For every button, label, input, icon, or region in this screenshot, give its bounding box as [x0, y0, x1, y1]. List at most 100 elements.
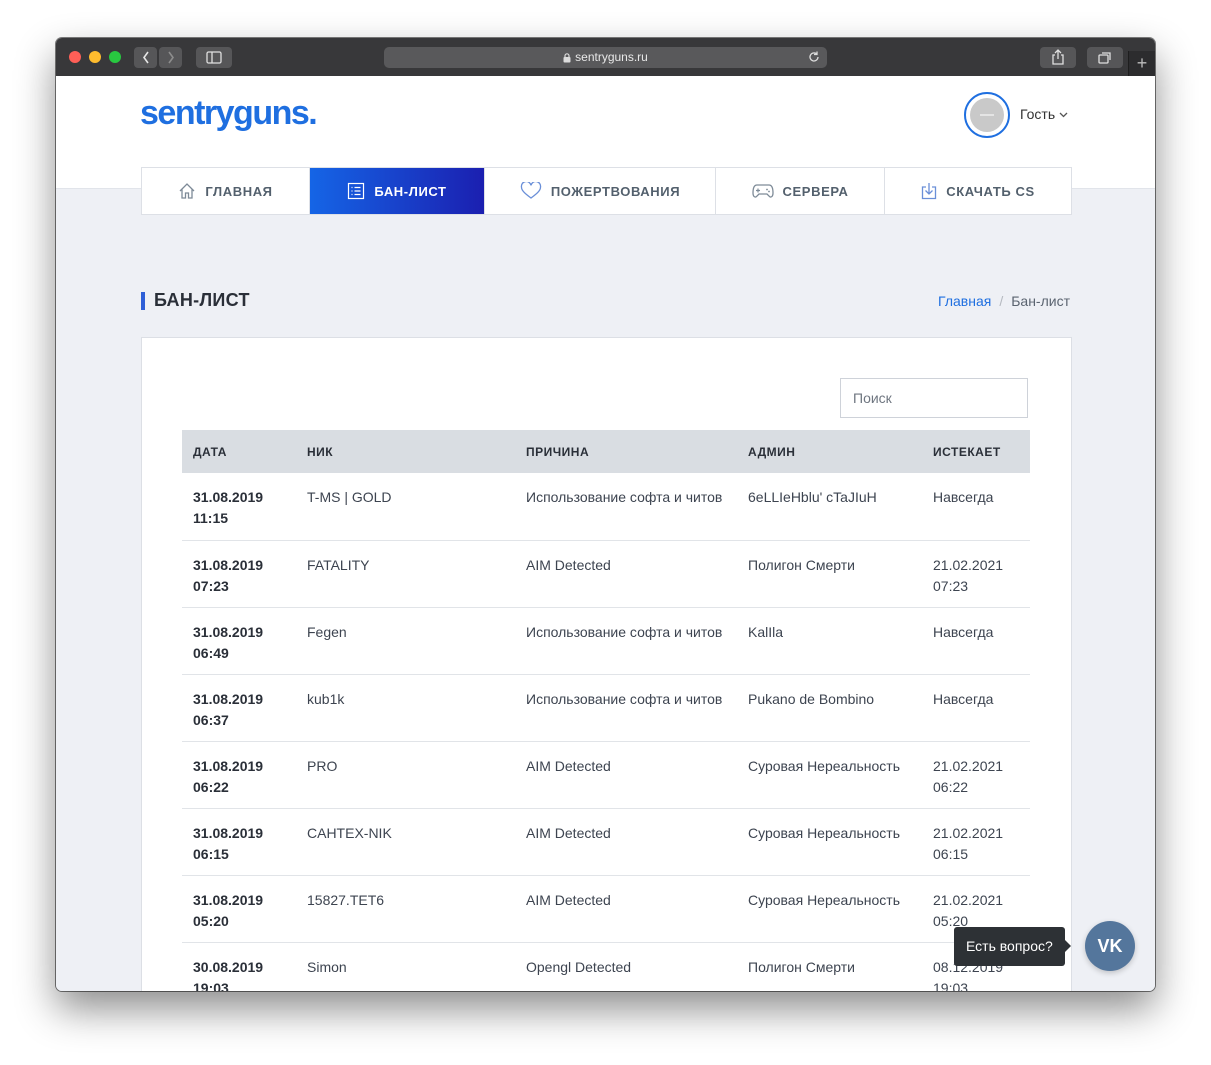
cell-date-time: 19:03	[193, 979, 229, 992]
cell-date-date: 31.08.2019	[193, 757, 264, 774]
breadcrumb-separator: /	[999, 293, 1004, 309]
cell-admin-admin: Суровая Нереальность	[748, 757, 901, 774]
nav-item-home[interactable]: ГЛАВНАЯ	[142, 168, 310, 214]
cell-reason: AIM Detected	[515, 540, 737, 608]
cell-nick-nick: 15827.TET6	[307, 891, 385, 908]
cell-date-date: 31.08.2019	[193, 824, 264, 841]
cell-date-time: 06:49	[193, 644, 229, 661]
cell-reason-reason: AIM Detected	[526, 891, 611, 908]
site-logo[interactable]: sentryguns.	[140, 94, 318, 133]
cell-date-time: 06:22	[193, 778, 229, 795]
back-button[interactable]	[134, 47, 157, 68]
avatar[interactable]	[964, 92, 1010, 138]
table-row[interactable]: 31.08.2019 06:49 Fegen Использование софта …	[182, 607, 1030, 675]
cell-date-date: 31.08.2019	[193, 556, 264, 573]
cell-date: 30.08.2019 19:03	[182, 942, 296, 991]
column-header-date[interactable]: ДАТА	[182, 430, 296, 473]
cell-expires-expires: Навсегда	[933, 690, 994, 707]
chevron-right-icon	[167, 51, 174, 64]
column-header-admin[interactable]: АДМИН	[737, 430, 922, 473]
vk-icon: VK	[1097, 936, 1123, 956]
column-header-reason[interactable]: ПРИЧИНА	[515, 430, 737, 473]
cell-nick: Fegen	[296, 607, 515, 675]
nav-item-download-cs[interactable]: СКАЧАТЬ CS	[885, 168, 1071, 214]
cell-expires-expires-time: 19:03	[933, 979, 969, 992]
address-bar[interactable]: sentryguns.ru	[384, 47, 827, 68]
lock-icon	[563, 53, 571, 63]
list-icon	[348, 182, 365, 200]
cell-date: 31.08.2019 06:22	[182, 741, 296, 809]
cell-nick-nick: CAHTEX-NIK	[307, 824, 392, 841]
share-button[interactable]	[1040, 47, 1076, 68]
cell-admin-admin: Суровая Нереальность	[748, 824, 901, 841]
tabs-overview-button[interactable]	[1087, 47, 1123, 68]
cell-expires-expires-time: 06:15	[933, 845, 969, 862]
cell-reason-reason: AIM Detected	[526, 556, 611, 573]
cell-expires: 21.02.2021 06:15	[922, 808, 1030, 876]
cell-nick-nick: FATALITY	[307, 556, 370, 573]
reload-icon[interactable]	[807, 50, 821, 64]
chevron-down-icon	[1059, 112, 1068, 118]
cell-date-time: 11:15	[193, 510, 229, 526]
cell-date: 31.08.2019 05:20	[182, 875, 296, 943]
cell-expires-expires: 21.02.2021	[933, 824, 1004, 841]
nav-item-label: СКАЧАТЬ CS	[946, 183, 1035, 199]
forward-button[interactable]	[159, 47, 182, 68]
vk-tooltip: Есть вопрос?	[954, 927, 1071, 966]
sidebar-icon	[206, 51, 222, 64]
new-tab-button[interactable]: +	[1128, 51, 1155, 76]
cell-expires-expires: 21.02.2021	[933, 757, 1004, 774]
browser-window: sentryguns.ru + sentryguns. Гость ГЛАВНА…	[56, 38, 1155, 991]
cell-admin: Полигон Смерти	[737, 540, 922, 608]
cell-admin-admin: Полигон Смерти	[748, 958, 855, 975]
cell-expires-expires-time: 06:22	[933, 778, 969, 795]
cell-nick: kub1k	[296, 674, 515, 742]
search-input[interactable]	[840, 378, 1028, 418]
nav-item-servers[interactable]: СЕРВЕРА	[716, 168, 885, 214]
share-icon	[1052, 49, 1064, 65]
home-icon	[179, 183, 195, 199]
sidebar-toggle-button[interactable]	[196, 47, 232, 68]
nav-item-donations[interactable]: ПОЖЕРТВОВАНИЯ	[485, 168, 716, 214]
cell-admin-admin: Суровая Нереальность	[748, 891, 901, 908]
gamepad-icon	[751, 184, 774, 198]
cell-expires-expires: 21.02.2021	[933, 891, 1004, 908]
cell-admin: Pukano de Bombino	[737, 674, 922, 742]
cell-admin: Полигон Смерти	[737, 942, 922, 991]
chevron-left-icon	[142, 51, 149, 64]
cell-date-date: 30.08.2019	[193, 958, 264, 975]
cell-nick: 15827.TET6	[296, 875, 515, 943]
breadcrumb-home-link[interactable]: Главная	[938, 293, 991, 309]
cell-reason: AIM Detected	[515, 875, 737, 943]
column-header-nick[interactable]: НИК	[296, 430, 515, 473]
page-content: sentryguns. Гость ГЛАВНАЯ БАН-ЛИСТ ПОЖЕР…	[56, 76, 1155, 991]
cell-admin: Суровая Нереальность	[737, 808, 922, 876]
table-row[interactable]: 31.08.2019 06:22 PRO AIM Detected Суровая Не…	[182, 741, 1030, 809]
nav-item-banlist[interactable]: БАН-ЛИСТ	[310, 168, 485, 214]
table-row[interactable]: 31.08.2019 07:23 FATALITY AIM Detected Полиг…	[182, 540, 1030, 608]
table-row[interactable]: 31.08.2019 11:15 T-MS | GOLD Использование …	[182, 473, 1030, 541]
cell-expires: 21.02.2021 06:22	[922, 741, 1030, 809]
cell-reason-reason: Использование софта и читов	[526, 690, 723, 707]
zoom-window-button[interactable]	[109, 51, 121, 63]
close-window-button[interactable]	[69, 51, 81, 63]
cell-date: 31.08.2019 07:23	[182, 540, 296, 608]
table-row[interactable]: 31.08.2019 06:37 kub1k Использование софта …	[182, 674, 1030, 742]
table-row[interactable]: 30.08.2019 19:03 Simon Opengl Detected Полиг…	[182, 942, 1030, 991]
cell-expires: Навсегда	[922, 607, 1030, 675]
site-header: sentryguns. Гость ГЛАВНАЯ БАН-ЛИСТ ПОЖЕР…	[56, 76, 1155, 215]
cell-date-date: 31.08.2019	[193, 623, 264, 640]
cell-reason-reason: Opengl Detected	[526, 958, 632, 975]
table-row[interactable]: 31.08.2019 06:15 CAHTEX-NIK AIM Detected Сур…	[182, 808, 1030, 876]
column-header-expires[interactable]: ИСТЕКАЕТ	[922, 430, 1030, 473]
user-menu-label[interactable]: Гость	[1020, 106, 1068, 122]
vk-chat-button[interactable]: VK	[1085, 921, 1135, 971]
cell-nick-nick: Fegen	[307, 623, 347, 640]
cell-expires: 21.02.2021 07:23	[922, 540, 1030, 608]
table-row[interactable]: 31.08.2019 05:20 15827.TET6 AIM Detected Сур…	[182, 875, 1030, 943]
nav-item-label: БАН-ЛИСТ	[374, 183, 447, 199]
cell-reason: AIM Detected	[515, 741, 737, 809]
minimize-window-button[interactable]	[89, 51, 101, 63]
cell-expires: Навсегда	[922, 674, 1030, 742]
page-title: БАН-ЛИСТ	[154, 290, 250, 310]
